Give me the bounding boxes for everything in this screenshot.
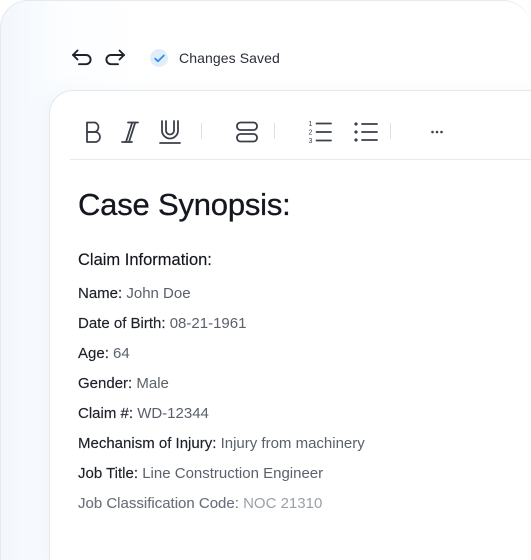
- field-claim-number: Claim #: WD-12344: [78, 405, 209, 422]
- field-value: Injury from machinery: [220, 435, 365, 452]
- svg-text:2: 2: [309, 130, 313, 137]
- numbered-list-button[interactable]: 1 2 3: [306, 117, 334, 147]
- undo-icon: [72, 49, 92, 66]
- bold-icon: [86, 121, 101, 143]
- field-age: Age: 64: [78, 345, 130, 362]
- field-value: 64: [113, 345, 130, 362]
- field-label: Age:: [78, 345, 109, 362]
- more-options-button[interactable]: [426, 117, 448, 147]
- underline-icon: [159, 120, 181, 144]
- more-icon: [431, 130, 443, 134]
- italic-icon: [121, 121, 139, 143]
- field-value: 08-21-1961: [169, 315, 247, 332]
- field-value: NOC 21310: [243, 495, 323, 512]
- field-value: Line Construction Engineer: [142, 465, 324, 482]
- bold-button[interactable]: [80, 117, 108, 147]
- field-job-classification-code: Job Classification Code: NOC 21310: [78, 495, 322, 512]
- underline-button[interactable]: [156, 117, 184, 147]
- redo-button[interactable]: [100, 43, 130, 73]
- field-label: Gender:: [78, 375, 133, 392]
- numbered-list-icon: 1 2 3: [309, 121, 332, 145]
- field-value: WD-12344: [137, 405, 209, 422]
- field-label: Name:: [78, 285, 123, 302]
- save-status: Changes Saved: [150, 49, 280, 67]
- block-layout-icon: [236, 121, 258, 143]
- document-title: Case Synopsis:: [78, 187, 291, 222]
- check-circle-icon: [150, 49, 168, 67]
- undo-button[interactable]: [67, 43, 97, 73]
- redo-icon: [105, 49, 125, 66]
- svg-text:3: 3: [309, 138, 313, 145]
- bulleted-list-icon: [354, 122, 378, 142]
- field-label: Job Classification Code:: [78, 495, 239, 512]
- section-heading: Claim Information:: [78, 251, 212, 269]
- field-label: Mechanism of Injury:: [78, 435, 217, 452]
- italic-button[interactable]: [116, 117, 144, 147]
- formatting-toolbar: 1 2 3: [70, 91, 531, 160]
- field-name: Name: John Doe: [78, 285, 191, 302]
- toolbar-divider: [201, 123, 202, 139]
- field-mechanism-of-injury: Mechanism of Injury: Injury from machine…: [78, 435, 365, 452]
- field-value: Male: [136, 375, 169, 392]
- svg-text:1: 1: [309, 121, 313, 128]
- save-status-text: Changes Saved: [179, 50, 280, 66]
- field-date-of-birth: Date of Birth: 08-21-1961: [78, 315, 247, 332]
- history-bar: Changes Saved: [67, 43, 280, 73]
- toolbar-divider: [274, 123, 275, 139]
- block-layout-button[interactable]: [232, 117, 262, 147]
- field-value: John Doe: [126, 285, 191, 302]
- toolbar-divider: [390, 123, 391, 139]
- field-label: Date of Birth:: [78, 315, 166, 332]
- field-label: Job Title:: [78, 465, 139, 482]
- field-job-title: Job Title: Line Construction Engineer: [78, 465, 323, 482]
- editor-panel: 1 2 3 Case Synopsis: Claim Information: …: [49, 90, 531, 560]
- document-content[interactable]: Case Synopsis: Claim Information: Name: …: [78, 185, 518, 512]
- field-gender: Gender: Male: [78, 375, 169, 392]
- bulleted-list-button[interactable]: [352, 117, 380, 147]
- field-label: Claim #:: [78, 405, 134, 422]
- app-window: Changes Saved 1 2 3 Case Synopsis: Claim…: [0, 0, 531, 560]
